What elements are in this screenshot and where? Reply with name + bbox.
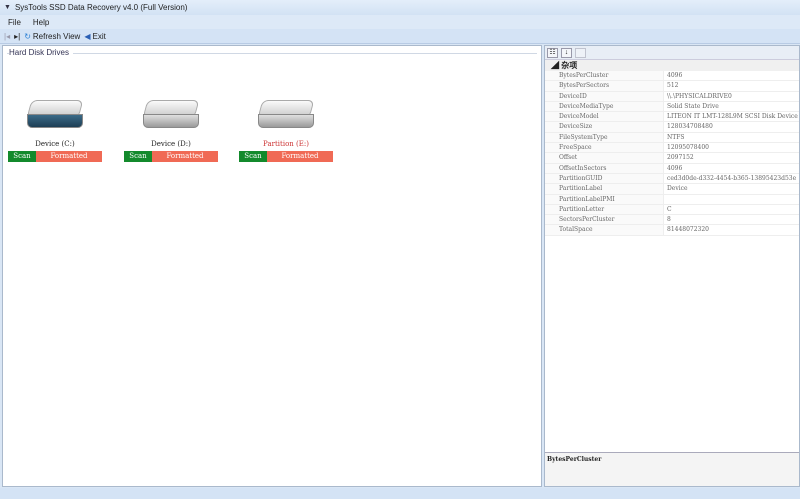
menu-help[interactable]: Help [33,18,49,27]
property-row[interactable]: FreeSpace 12095078400 [545,143,799,154]
scan-button[interactable]: Scan [124,151,152,162]
property-name: PartitionLabel [545,184,664,194]
refresh-button[interactable]: ↻ Refresh View [24,32,80,41]
property-name: BytesPerSectors [545,81,664,91]
device-d[interactable]: Device (D:) Scan Formatted [117,94,225,162]
property-row[interactable]: PartitionLabel Device [545,184,799,195]
drive-icon [141,94,201,134]
window-title: SysTools SSD Data Recovery v4.0 (Full Ve… [14,3,188,12]
device-name: Partition (E:) [263,140,309,148]
property-grid: ☷ ↓ ◢ 杂项 BytesPerCluster 4096 BytesPerSect… [544,45,800,487]
property-row[interactable]: DeviceSize 128034708480 [545,122,799,133]
property-name: FreeSpace [545,143,664,153]
group-divider [7,53,537,54]
property-name: FileSystemType [545,132,664,143]
property-value: NTFS [667,133,685,141]
property-row[interactable]: PartitionLetter C [545,204,799,216]
property-row[interactable]: BytesPerSectors 512 [545,81,799,92]
property-value: 2097152 [667,154,694,162]
property-row[interactable]: OffsetInSectors 4096 [545,163,799,174]
property-value: 4096 [667,164,683,172]
property-name: BytesPerCluster [545,71,664,81]
property-name: OffsetInSectors [545,163,664,173]
formatted-button[interactable]: Formatted [152,151,218,162]
app-icon: ▼ [4,4,11,11]
property-row[interactable]: SectorsPerCluster 8 [545,215,799,226]
first-button[interactable]: |◂ [4,32,10,41]
menu-bar: File Help [0,15,800,29]
property-value: \\.\PHYSICALDRIVE0 [667,92,732,100]
property-name: TotalSpace [545,225,664,235]
property-row[interactable]: DeviceModel LITEON IT LMT-128L9M SCSI Dis… [545,112,799,123]
exit-button[interactable]: ◀ Exit [84,32,106,41]
property-name: Offset [545,153,664,163]
property-value: C [667,205,672,213]
property-description: BytesPerCluster [545,452,799,486]
drives-panel: Hard Disk Drives Device (C:) Scan Formatt… [2,45,542,487]
property-category[interactable]: ◢ 杂项 [545,60,799,71]
property-name: DeviceMediaType [545,101,664,112]
property-row[interactable]: DeviceID \\.\PHYSICALDRIVE0 [545,91,799,102]
property-name: PartitionGUID [545,173,664,184]
formatted-button[interactable]: Formatted [267,151,333,162]
property-name: SectorsPerCluster [545,215,664,225]
property-toolbar: ☷ ↓ [545,46,799,60]
status-bar [0,488,800,499]
last-button[interactable]: ▸| [14,32,20,41]
property-row[interactable]: FileSystemType NTFS [545,132,799,144]
partition-e[interactable]: Partition (E:) Scan Formatted [232,94,340,162]
exit-icon: ◀ [84,31,91,41]
device-name: Device (D:) [151,140,191,148]
menu-file[interactable]: File [8,18,21,27]
property-name: DeviceModel [545,112,664,122]
property-value: 8 [667,216,671,224]
property-value: Solid State Drive [667,102,719,110]
sort-alpha-icon[interactable]: ↓ [561,47,572,58]
property-value: ced3d0de-d332-4454-b365-13895423d53e [667,174,797,182]
property-row[interactable]: BytesPerCluster 4096 [545,71,799,82]
property-value [664,195,799,204]
property-row[interactable]: TotalSpace 81448072320 [545,225,799,236]
property-row[interactable]: PartitionGUID ced3d0de-d332-4454-b365-138… [545,173,799,185]
refresh-icon: ↻ [24,31,31,41]
formatted-button[interactable]: Formatted [36,151,102,162]
property-value: 12095078400 [667,144,709,152]
device-c[interactable]: Device (C:) Scan Formatted [1,94,109,162]
device-name: Device (C:) [35,140,75,148]
group-title: Hard Disk Drives [9,48,74,57]
property-row[interactable]: PartitionLabelPMI [545,194,799,205]
property-value: 128034708480 [667,123,713,131]
property-value: 4096 [667,72,683,79]
scan-button[interactable]: Scan [239,151,267,162]
categorized-icon[interactable]: ☷ [547,47,558,58]
exit-label: Exit [92,31,106,41]
property-value: LITEON IT LMT-128L9M SCSI Disk Device [667,113,798,121]
property-value: 81448072320 [667,226,709,234]
property-name: PartitionLetter [545,204,664,215]
property-name: DeviceSize [545,122,664,132]
property-name: DeviceID [545,91,664,101]
property-name: PartitionLabelPMI [545,194,664,204]
category-label: 杂项 [561,61,578,70]
scan-button[interactable]: Scan [8,151,36,162]
refresh-label: Refresh View [32,31,81,41]
property-row[interactable]: DeviceMediaType Solid State Drive [545,101,799,113]
system-drive-icon [25,94,85,134]
property-row[interactable]: Offset 2097152 [545,153,799,164]
toolbar: |◂ ▸| ↻ Refresh View ◀ Exit [0,29,800,44]
property-value: Device [667,185,688,193]
title-bar: ▼ SysTools SSD Data Recovery v4.0 (Full … [0,0,800,15]
drive-icon [256,94,316,134]
property-pages-icon[interactable] [575,47,586,58]
property-value: 512 [667,82,679,90]
